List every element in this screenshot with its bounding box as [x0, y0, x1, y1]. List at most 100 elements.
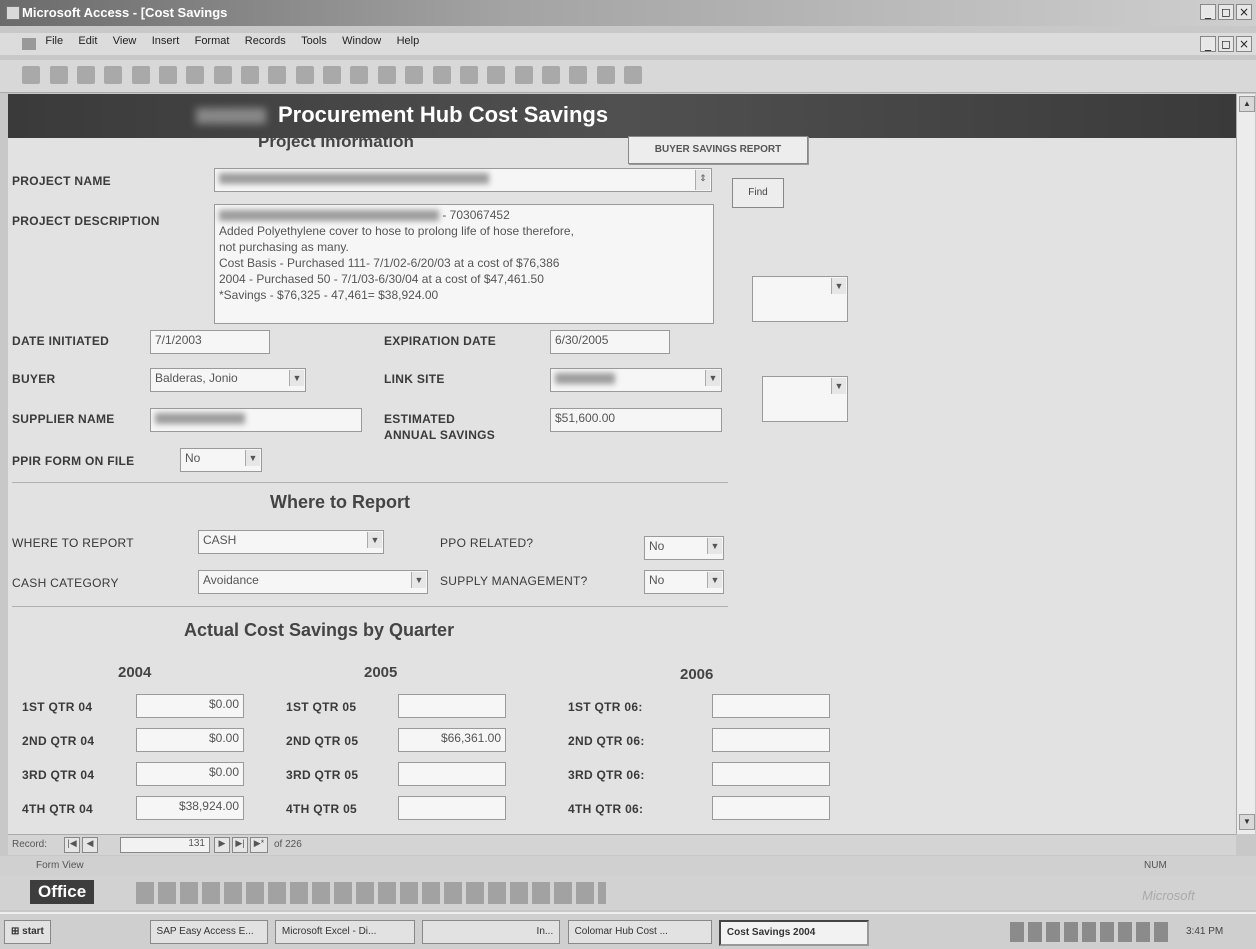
qtr-field-4th-06[interactable]: [712, 796, 830, 820]
filter-by-selection-icon[interactable]: [377, 66, 396, 84]
dropdown-arrow-icon[interactable]: ▼: [705, 370, 720, 386]
copy-icon[interactable]: [186, 66, 205, 84]
cut-icon[interactable]: [159, 66, 178, 84]
buyer-dropdown[interactable]: Balderas, Jonio ▼: [150, 368, 306, 392]
cash-category-label: CASH CATEGORY: [12, 576, 119, 590]
task-sap[interactable]: SAP Easy Access E...: [149, 920, 268, 944]
insert-hyperlink-icon[interactable]: [295, 66, 314, 84]
dropdown-arrow-icon[interactable]: ▼: [289, 370, 304, 386]
sort-descending-icon[interactable]: [350, 66, 369, 84]
qtr-field-3rd-06[interactable]: [712, 762, 830, 786]
menu-format[interactable]: Format: [195, 35, 230, 47]
undo-icon[interactable]: [268, 66, 287, 84]
start-button[interactable]: ⊞ start: [4, 920, 51, 944]
close-icon[interactable]: ×: [1236, 4, 1252, 20]
print-preview-icon[interactable]: [104, 66, 123, 84]
restore-icon[interactable]: ◻: [1218, 4, 1234, 20]
qtr-field-2nd-04[interactable]: $0.00: [136, 728, 244, 752]
task-excel[interactable]: Microsoft Excel - Di...: [274, 920, 415, 944]
menu-edit[interactable]: Edit: [78, 35, 97, 47]
save-icon[interactable]: [49, 66, 68, 84]
menu-records[interactable]: Records: [245, 35, 286, 47]
help-icon[interactable]: [623, 66, 642, 84]
new-record-nav-icon[interactable]: ▶*: [250, 837, 268, 853]
unlabeled-dropdown-2[interactable]: ▼: [762, 376, 848, 422]
previous-record-icon[interactable]: ◀: [82, 837, 98, 853]
menu-help[interactable]: Help: [397, 35, 420, 47]
new-record-icon[interactable]: [487, 66, 506, 84]
qtr-field-3rd-05[interactable]: [398, 762, 506, 786]
first-record-icon[interactable]: |◀: [64, 837, 80, 853]
database-window-icon[interactable]: [569, 66, 588, 84]
scroll-up-icon[interactable]: ▲: [1239, 96, 1255, 112]
qtr-field-2nd-06[interactable]: [712, 728, 830, 752]
filter-by-form-icon[interactable]: [405, 66, 424, 84]
expiration-date-field[interactable]: 6/30/2005: [550, 330, 670, 354]
supply-management-dropdown[interactable]: No ▼: [644, 570, 724, 594]
minimize-icon[interactable]: _: [1200, 4, 1216, 20]
delete-record-icon[interactable]: [514, 66, 533, 84]
menu-tools[interactable]: Tools: [301, 35, 327, 47]
view-icon[interactable]: [22, 66, 41, 84]
dropdown-arrow-icon[interactable]: ▼: [411, 572, 426, 588]
doc-minimize-icon[interactable]: _: [1200, 36, 1216, 52]
menu-window[interactable]: Window: [342, 35, 381, 47]
doc-restore-icon[interactable]: ◻: [1218, 36, 1234, 52]
dropdown-arrow-icon[interactable]: ▼: [707, 538, 722, 554]
qtr-field-1st-05[interactable]: [398, 694, 506, 718]
dropdown-arrow-icon[interactable]: ▼: [831, 378, 846, 394]
format-painter-icon[interactable]: [241, 66, 260, 84]
office-app-icons[interactable]: [136, 882, 606, 904]
current-record-field[interactable]: 131: [120, 837, 210, 853]
doc-close-icon[interactable]: ×: [1236, 36, 1252, 52]
buyer-savings-report-button[interactable]: BUYER SAVINGS REPORT: [628, 136, 808, 164]
new-object-icon[interactable]: [596, 66, 615, 84]
system-tray-icons[interactable]: [1010, 922, 1170, 942]
link-site-label: LINK SITE: [384, 372, 445, 386]
dropdown-arrow-icon[interactable]: ▼: [707, 572, 722, 588]
link-site-dropdown[interactable]: ▼: [550, 368, 722, 392]
cash-category-dropdown[interactable]: Avoidance ▼: [198, 570, 428, 594]
menu-file[interactable]: File: [45, 35, 63, 47]
task-blurred[interactable]: In...: [422, 920, 561, 944]
dropdown-arrow-icon[interactable]: ▼: [831, 278, 846, 294]
last-record-icon[interactable]: ▶|: [232, 837, 248, 853]
supplier-name-field[interactable]: [150, 408, 362, 432]
qtr-field-3rd-04[interactable]: $0.00: [136, 762, 244, 786]
spelling-icon[interactable]: [131, 66, 150, 84]
qtr-field-4th-05[interactable]: [398, 796, 506, 820]
sort-ascending-icon[interactable]: [323, 66, 342, 84]
next-record-icon[interactable]: ▶: [214, 837, 230, 853]
estimated-annual-savings-field[interactable]: $51,600.00: [550, 408, 722, 432]
qtr-field-2nd-05[interactable]: $66,361.00: [398, 728, 506, 752]
ppo-related-dropdown[interactable]: No ▼: [644, 536, 724, 560]
properties-icon[interactable]: [541, 66, 560, 84]
project-description-field[interactable]: - 703067452 Added Polyethylene cover to …: [214, 204, 714, 324]
unlabeled-dropdown-1[interactable]: ▼: [752, 276, 848, 322]
office-logo[interactable]: Office: [30, 880, 95, 904]
quick-launch-icons[interactable]: [58, 920, 143, 944]
qtr-field-1st-04[interactable]: $0.00: [136, 694, 244, 718]
qtr-label-2nd-04: 2ND QTR 04: [22, 734, 95, 748]
date-initiated-field[interactable]: 7/1/2003: [150, 330, 270, 354]
qtr-field-4th-04[interactable]: $38,924.00: [136, 796, 244, 820]
scroll-spinner-icon[interactable]: ⇕: [695, 170, 710, 190]
print-icon[interactable]: [77, 66, 96, 84]
form-vertical-scrollbar[interactable]: ▲ ▼: [1236, 94, 1255, 834]
windows-taskbar: ⊞ start SAP Easy Access E... Microsoft E…: [0, 912, 1256, 949]
scroll-down-icon[interactable]: ▼: [1239, 814, 1255, 830]
find-icon[interactable]: [459, 66, 478, 84]
find-button[interactable]: Find: [732, 178, 784, 208]
apply-filter-icon[interactable]: [432, 66, 451, 84]
task-cost-savings[interactable]: Cost Savings 2004: [718, 920, 869, 946]
paste-icon[interactable]: [213, 66, 232, 84]
ppir-form-dropdown[interactable]: No ▼: [180, 448, 262, 472]
qtr-field-1st-06[interactable]: [712, 694, 830, 718]
menu-view[interactable]: View: [113, 35, 137, 47]
dropdown-arrow-icon[interactable]: ▼: [245, 450, 260, 466]
dropdown-arrow-icon[interactable]: ▼: [367, 532, 382, 548]
task-colomar-hub[interactable]: Colomar Hub Cost ...: [567, 920, 712, 944]
project-name-field[interactable]: ⇕: [214, 168, 712, 192]
where-to-report-dropdown[interactable]: CASH ▼: [198, 530, 384, 554]
menu-insert[interactable]: Insert: [152, 35, 180, 47]
